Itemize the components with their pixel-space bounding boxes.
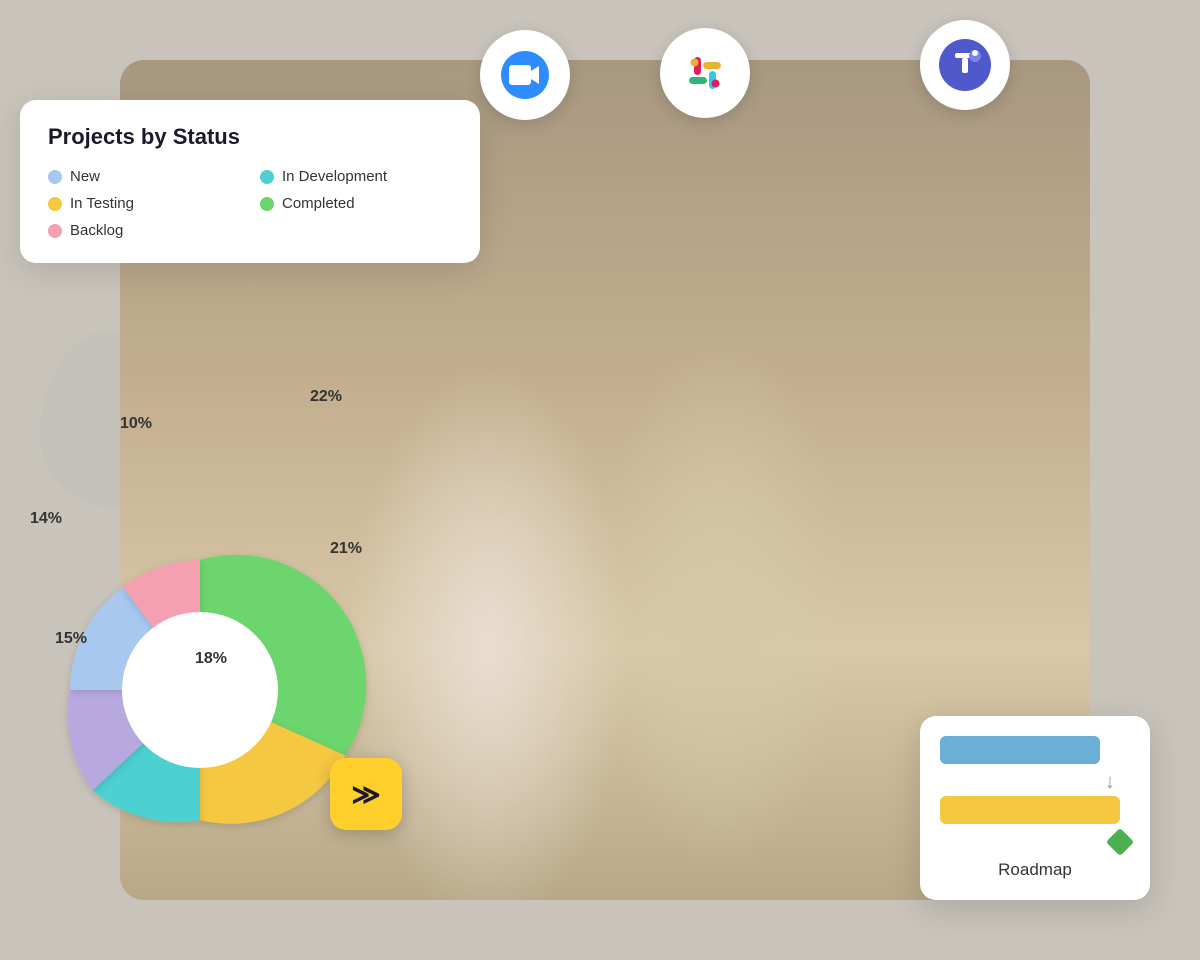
- teams-integration-icon[interactable]: [920, 20, 1010, 110]
- roadmap-bar-blue: [940, 736, 1100, 764]
- roadmap-bar-yellow: [940, 796, 1120, 824]
- card-title: Projects by Status: [48, 124, 452, 150]
- chart-label-22: 22%: [310, 388, 342, 406]
- slack-integration-icon[interactable]: [660, 28, 750, 118]
- chart-label-21: 21%: [330, 540, 362, 558]
- legend-dot-new: [48, 170, 62, 184]
- chart-label-15: 15%: [55, 630, 87, 648]
- legend-dot-backlog: [48, 224, 62, 238]
- legend-dot-completed: [260, 197, 274, 211]
- projects-by-status-card: Projects by Status New In Development In…: [20, 100, 480, 263]
- zoom-integration-icon[interactable]: [480, 30, 570, 120]
- scene: Projects by Status New In Development In…: [0, 0, 1200, 960]
- roadmap-arrow-down: ↓: [1105, 772, 1130, 792]
- legend-item-in-testing: In Testing: [48, 195, 240, 212]
- legend-label-new: New: [70, 168, 100, 185]
- roadmap-card: ↓ Roadmap: [920, 716, 1150, 900]
- legend-item-in-development: In Development: [260, 168, 452, 185]
- legend-grid: New In Development In Testing Completed …: [48, 168, 452, 239]
- legend-item-backlog: Backlog: [48, 222, 240, 239]
- legend-item-new: New: [48, 168, 240, 185]
- legend-item-completed: Completed: [260, 195, 452, 212]
- miro-icon-symbol: ≫: [351, 778, 380, 811]
- legend-label-in-development: In Development: [282, 168, 387, 185]
- legend-dot-in-testing: [48, 197, 62, 211]
- chart-label-18: 18%: [195, 650, 227, 668]
- legend-label-completed: Completed: [282, 195, 355, 212]
- legend-label-backlog: Backlog: [70, 222, 123, 239]
- chart-label-14: 14%: [30, 510, 62, 528]
- roadmap-diamond: [1106, 828, 1134, 856]
- roadmap-label: Roadmap: [940, 860, 1130, 880]
- chart-label-10: 10%: [120, 415, 152, 433]
- legend-dot-in-development: [260, 170, 274, 184]
- legend-label-in-testing: In Testing: [70, 195, 134, 212]
- miro-integration-icon[interactable]: ≫: [330, 758, 402, 830]
- roadmap-diamond-row: [940, 832, 1130, 852]
